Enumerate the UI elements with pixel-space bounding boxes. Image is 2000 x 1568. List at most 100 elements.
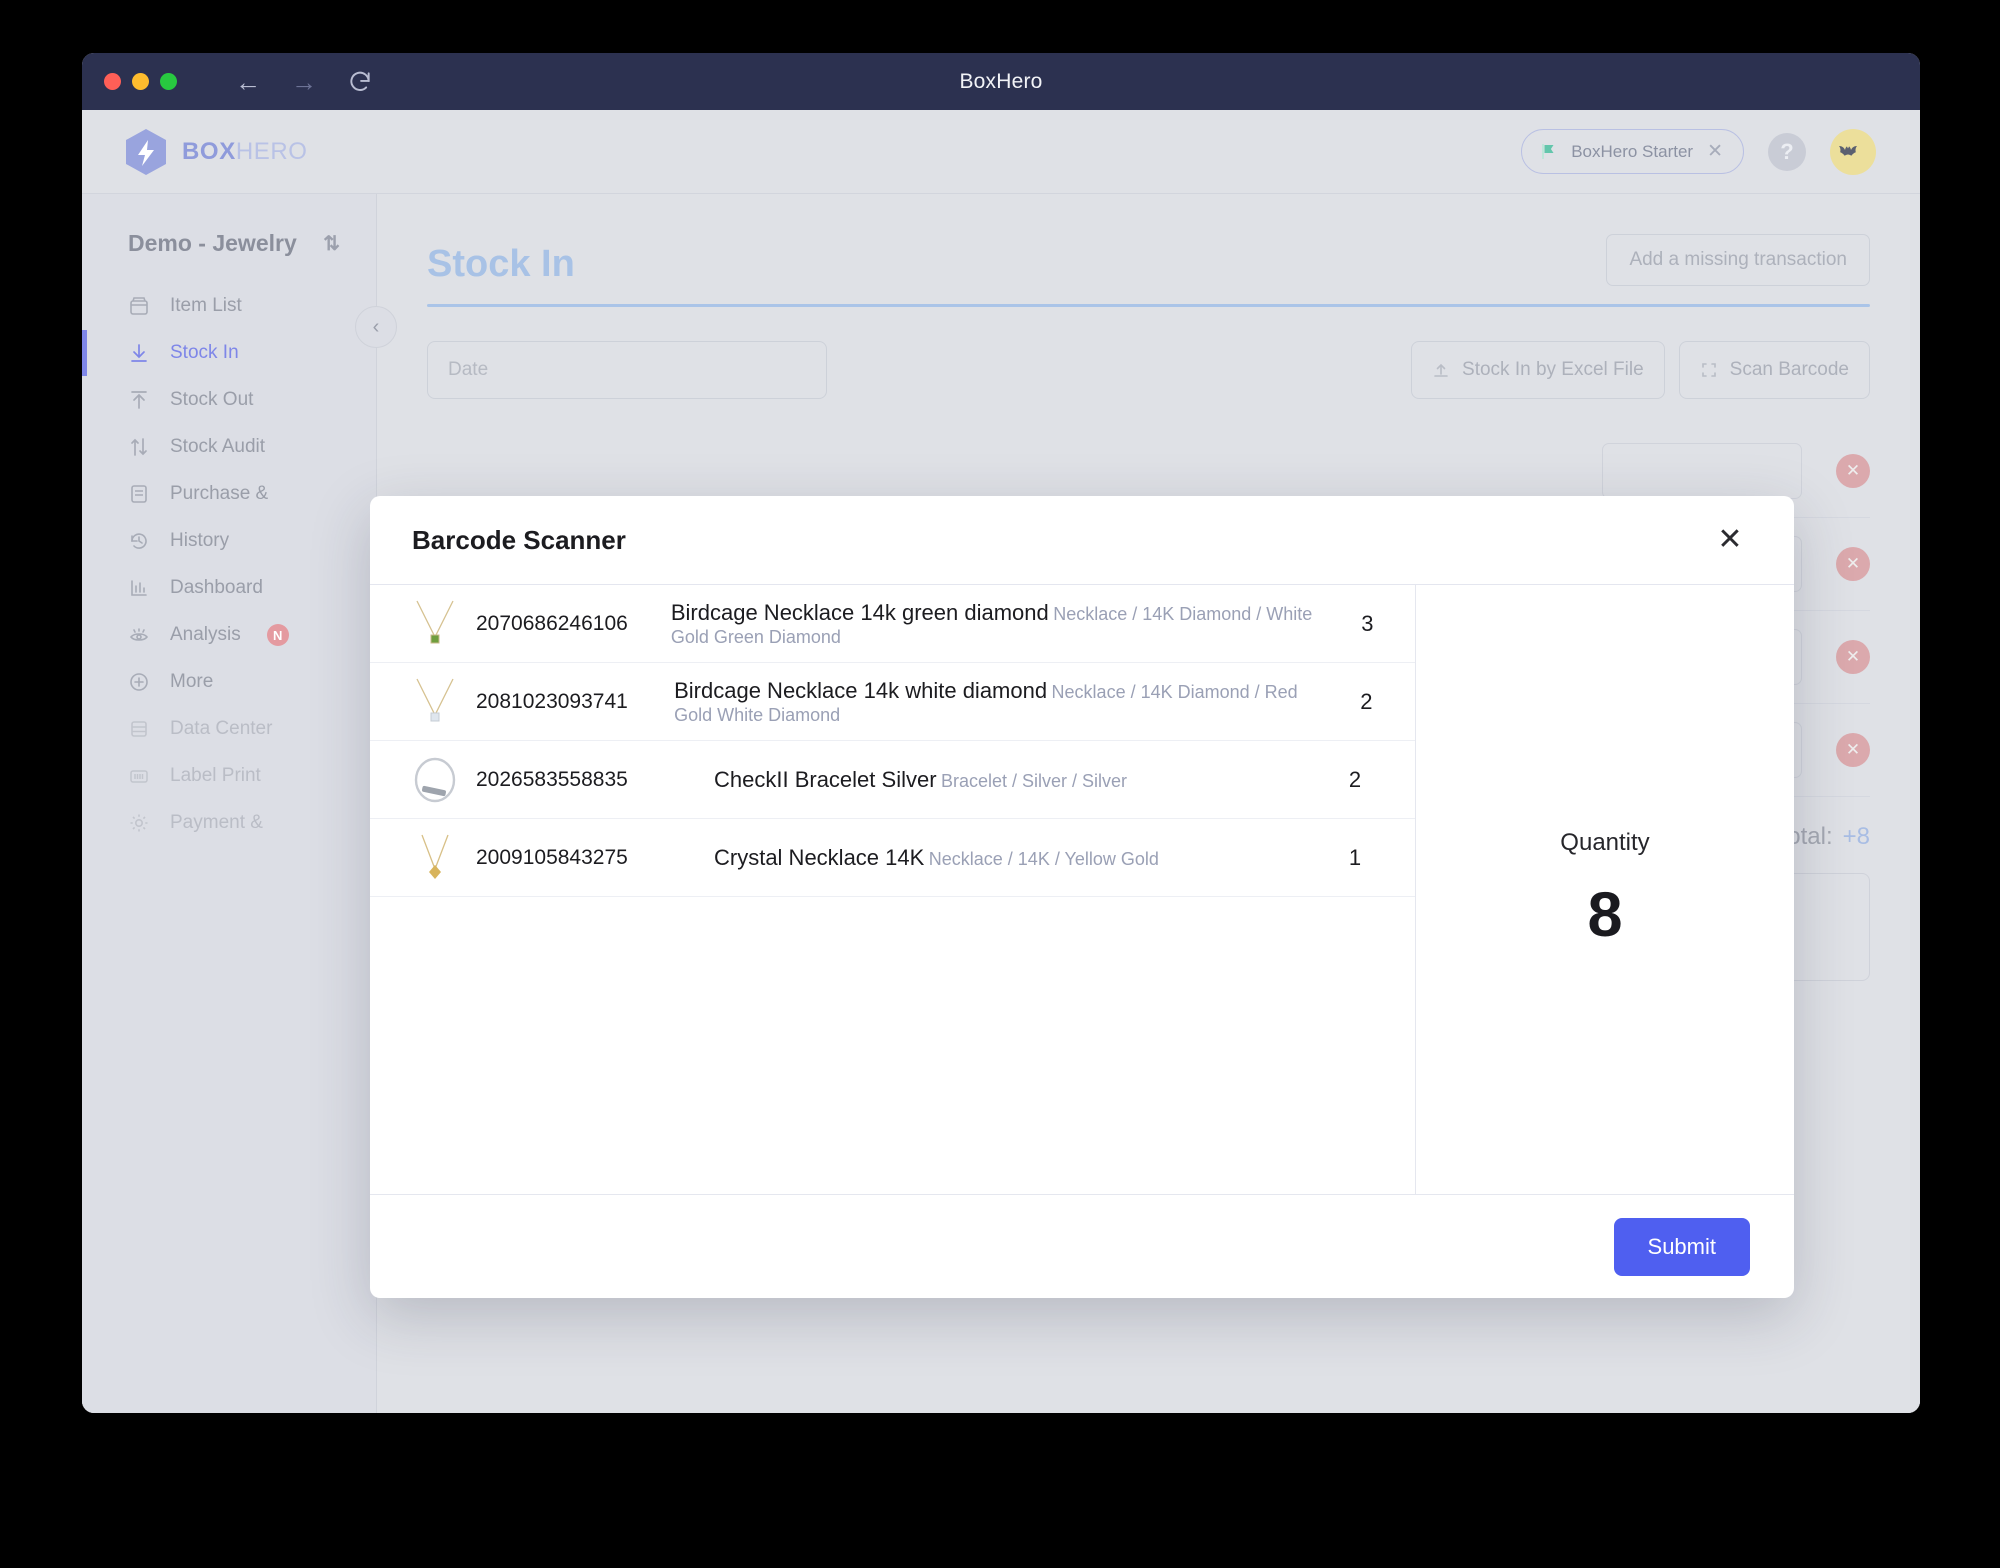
- reload-icon[interactable]: [345, 67, 375, 97]
- scan-count: 2: [1360, 688, 1373, 714]
- barcode-icon: [128, 765, 150, 787]
- page-header: Stock In Add a missing transaction: [427, 234, 1870, 286]
- list-item[interactable]: 2009105843275 Crystal Necklace 14K Neckl…: [370, 819, 1415, 897]
- sidebar-item-label: Item List: [170, 295, 242, 316]
- sidebar-collapse-button[interactable]: ‹: [355, 306, 397, 348]
- sidebar-item-label: Dashboard: [170, 577, 263, 598]
- sort-icon[interactable]: ⇅: [323, 231, 340, 256]
- maximize-window-button[interactable]: [160, 73, 177, 90]
- sidebar-item-label: Purchase &: [170, 483, 269, 504]
- database-icon: [128, 718, 150, 740]
- gear-icon: [128, 812, 150, 834]
- sidebar-item-label-print[interactable]: Label Print: [82, 753, 376, 799]
- sidebar: Demo - Jewelry ⇅ Item List Stock In Stoc…: [82, 194, 397, 1413]
- avatar[interactable]: [1830, 128, 1876, 175]
- delete-row-icon[interactable]: ✕: [1836, 547, 1870, 581]
- back-icon[interactable]: ←: [233, 67, 263, 97]
- list-item[interactable]: 2081023093741 Birdcage Necklace 14k whit…: [370, 663, 1415, 741]
- barcode-value: 2009105843275: [476, 845, 628, 869]
- close-window-button[interactable]: [104, 73, 121, 90]
- modal-title: Barcode Scanner: [412, 524, 626, 555]
- workspace-name: Demo - Jewelry: [128, 230, 297, 256]
- list-item[interactable]: 2026583558835 CheckII Bracelet Silver Br…: [370, 741, 1415, 819]
- logo-hero: HERO: [235, 137, 308, 165]
- item-name: Birdcage Necklace 14k green diamond: [670, 600, 1049, 626]
- plan-label: BoxHero Starter: [1571, 141, 1694, 161]
- browser-window: ← → BoxHero BOXHERO BoxHero Starter ✕ ? …: [82, 53, 1920, 1413]
- item-name: Birdcage Necklace 14k white diamond: [674, 678, 1048, 704]
- plan-badge[interactable]: BoxHero Starter ✕: [1521, 129, 1744, 174]
- barcode-scanner-modal: Barcode Scanner ✕ 2070686246106 Birdcage…: [370, 496, 1794, 1298]
- modal-header: Barcode Scanner ✕: [370, 496, 1794, 585]
- app-body: BOXHERO BoxHero Starter ✕ ? Demo - Jewel…: [82, 110, 1920, 1413]
- modal-body: 2070686246106 Birdcage Necklace 14k gree…: [370, 585, 1794, 1194]
- eye-icon: [128, 624, 150, 646]
- status-badge: N: [266, 624, 289, 646]
- delete-row-icon[interactable]: ✕: [1836, 640, 1870, 674]
- scan-count: 2: [1348, 766, 1362, 792]
- app-logo[interactable]: BOXHERO: [124, 128, 308, 176]
- bracelet-silver-icon: [404, 749, 466, 811]
- item-attributes: Bracelet / Silver / Silver: [940, 770, 1128, 791]
- sidebar-item-analysis[interactable]: Analysis N: [82, 612, 376, 658]
- workspace-selector[interactable]: Demo - Jewelry ⇅: [82, 212, 376, 275]
- sidebar-item-purchase[interactable]: Purchase &: [82, 471, 376, 517]
- sidebar-item-label: Label Print: [170, 765, 261, 786]
- sidebar-item-dashboard[interactable]: Dashboard: [82, 565, 376, 611]
- arrow-up-icon: [128, 389, 150, 411]
- close-icon[interactable]: ✕: [1707, 142, 1723, 161]
- sidebar-item-label: More: [170, 671, 214, 692]
- barcode-value: 2070686246106: [476, 611, 628, 635]
- add-missing-transaction-button[interactable]: Add a missing transaction: [1606, 234, 1870, 286]
- item-info: Birdcage Necklace 14k white diamond Neck…: [646, 677, 1318, 726]
- flag-icon: [1540, 143, 1557, 160]
- date-input[interactable]: Date: [427, 341, 827, 399]
- box-icon: [128, 295, 150, 317]
- item-attributes: Necklace / 14K / Yellow Gold: [928, 848, 1159, 869]
- sidebar-item-more[interactable]: More: [82, 659, 376, 705]
- scan-barcode-button[interactable]: Scan Barcode: [1678, 341, 1870, 399]
- sidebar-item-label: Stock In: [170, 342, 239, 363]
- row-price-input[interactable]: [1602, 443, 1802, 499]
- sidebar-item-stock-out[interactable]: Stock Out: [82, 377, 376, 423]
- necklace-white-diamond-icon: [404, 671, 466, 733]
- sidebar-item-history[interactable]: History: [82, 518, 376, 564]
- sidebar-item-stock-audit[interactable]: Stock Audit: [82, 424, 376, 470]
- help-icon[interactable]: ?: [1768, 132, 1806, 171]
- forward-icon[interactable]: →: [289, 67, 319, 97]
- sidebar-item-data-center[interactable]: Data Center: [82, 706, 376, 752]
- scan-count: 1: [1348, 844, 1362, 870]
- app-header: BOXHERO BoxHero Starter ✕ ?: [82, 110, 1920, 194]
- stock-in-toolbar: Date Stock In by Excel File Scan Barcode: [427, 341, 1870, 399]
- boxhero-logo-icon: [124, 128, 168, 176]
- arrows-updown-icon: [128, 436, 150, 458]
- clock-history-icon: [128, 530, 150, 552]
- sidebar-item-label: Stock Audit: [170, 436, 266, 457]
- minimize-window-button[interactable]: [132, 73, 149, 90]
- window-titlebar: ← → BoxHero: [82, 53, 1920, 110]
- upload-icon: [1432, 361, 1450, 379]
- sidebar-item-label: Stock Out: [170, 389, 254, 410]
- quantity-value: 8: [1587, 879, 1623, 950]
- barcode-value: 2026583558835: [476, 767, 628, 791]
- scanned-items-list: 2070686246106 Birdcage Necklace 14k gree…: [370, 585, 1416, 1194]
- sidebar-item-payment[interactable]: Payment &: [82, 800, 376, 846]
- item-name: Crystal Necklace 14K: [714, 844, 925, 870]
- sidebar-nav: Item List Stock In Stock Out Stock Audit…: [82, 283, 376, 846]
- quantity-panel: Quantity 8: [1416, 585, 1794, 1194]
- necklace-green-diamond-icon: [404, 593, 466, 655]
- sidebar-item-label: Data Center: [170, 718, 273, 739]
- delete-row-icon[interactable]: ✕: [1836, 454, 1870, 488]
- submit-button[interactable]: Submit: [1613, 1217, 1750, 1276]
- sidebar-item-stock-in[interactable]: Stock In: [82, 330, 376, 376]
- list-item[interactable]: 2070686246106 Birdcage Necklace 14k gree…: [370, 585, 1415, 663]
- close-icon[interactable]: ✕: [1710, 520, 1750, 560]
- delete-row-icon[interactable]: ✕: [1836, 733, 1870, 767]
- item-info: Birdcage Necklace 14k green diamond Neck…: [643, 599, 1320, 648]
- item-info: Crystal Necklace 14K Necklace / 14K / Ye…: [686, 844, 1295, 872]
- chevron-left-icon: ‹: [372, 315, 380, 338]
- sidebar-item-item-list[interactable]: Item List: [82, 283, 376, 329]
- bar-chart-icon: [128, 577, 150, 599]
- stock-in-excel-button[interactable]: Stock In by Excel File: [1411, 341, 1665, 399]
- item-name: CheckII Bracelet Silver: [714, 766, 937, 792]
